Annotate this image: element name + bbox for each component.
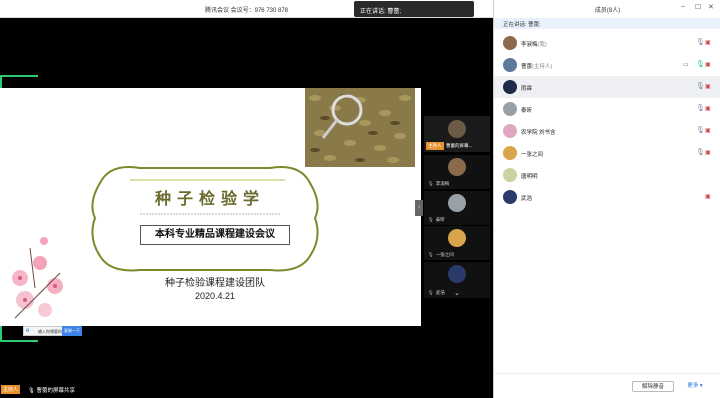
copy-button[interactable]: 复制一下 (62, 326, 82, 336)
member-row[interactable]: 曹蕾(主持人) ▭ 🎙 ▣ (494, 54, 720, 76)
camera-off-icon[interactable]: ▣ (705, 61, 711, 68)
video-tile[interactable]: 🎙 李淑梅 (424, 155, 490, 189)
video-tile[interactable]: 🎙 泰昕 (424, 191, 490, 225)
camera-off-icon[interactable]: ▣ (705, 127, 711, 134)
share-border-corner (0, 75, 38, 77)
member-row[interactable]: 李淑梅(我) 🎙 ▣ (494, 32, 720, 54)
avatar (448, 265, 466, 283)
mic-icon[interactable]: 🎙 (696, 82, 705, 90)
panel-footer: 解除静音 更多 ▾ (494, 373, 720, 398)
mic-icon[interactable]: 🎙 (696, 38, 705, 46)
seed-photo (305, 88, 415, 167)
chevron-down-icon[interactable]: ⌄ (452, 289, 462, 297)
member-row[interactable]: 武浩 ▣ (494, 186, 720, 208)
avatar (503, 146, 517, 160)
tile-name: 🎙 李淑梅 (428, 181, 450, 186)
shared-slide: 种子检验学 本科专业精品课程建设会议 种子检验课程建设团队 2020.4.21 (0, 88, 421, 326)
flower-decoration (12, 237, 63, 319)
member-name: 唐明明 (521, 174, 538, 180)
member-name: 武浩 (521, 196, 533, 202)
avatar (503, 36, 517, 50)
avatar (448, 194, 466, 212)
tile-name: 🎙 泰昕 (428, 217, 445, 222)
maximize-icon[interactable]: ☐ (695, 3, 701, 11)
mic-icon[interactable]: 🎙 (696, 148, 705, 156)
screen-share-icon: ▭ (683, 62, 689, 68)
host-share-label: 曹蕾的屏幕... (446, 143, 473, 148)
mic-icon[interactable]: 🎙 (696, 60, 705, 68)
bottom-host-tag: 主持人 (1, 385, 21, 394)
ie-icon: e (26, 328, 30, 334)
avatar (503, 124, 517, 138)
mic-icon[interactable]: 🎙 (696, 126, 705, 134)
chevron-right-icon[interactable]: › (415, 200, 423, 216)
camera-off-icon[interactable]: ▣ (705, 105, 711, 112)
video-tile[interactable]: 🎙 一张之间 (424, 226, 490, 260)
camera-off-icon[interactable]: ▣ (705, 193, 711, 200)
more-button[interactable]: 更多 ▾ (680, 381, 710, 392)
camera-off-icon[interactable]: ▣ (705, 83, 711, 90)
avatar (503, 80, 517, 94)
unmute-all-button[interactable]: 解除静音 (632, 381, 674, 392)
slide-team: 种子检验课程建设团队 (165, 278, 265, 289)
avatar (448, 120, 466, 138)
speaking-toast: 正在讲话: 曹蕾; (354, 1, 474, 17)
avatar (448, 158, 466, 176)
member-name: 曹蕾(主持人) (521, 64, 553, 70)
mic-icon: 🎙 (428, 181, 434, 186)
panel-title: 成员(8人) (594, 8, 621, 14)
camera-off-icon[interactable]: ▣ (705, 149, 711, 156)
member-row[interactable]: 雨霖 🎙 ▣ (494, 76, 720, 98)
member-name: 农学院 刘书含 (521, 130, 556, 136)
mic-icon[interactable]: 🎙 (696, 104, 705, 112)
member-row[interactable]: 唐明明 (494, 164, 720, 186)
avatar (503, 168, 517, 182)
input-placeholder: 输入你想要的 (38, 329, 62, 334)
member-row[interactable]: 一张之间 🎙 ▣ (494, 142, 720, 164)
minimize-icon[interactable]: – (681, 3, 685, 10)
member-name: 雨霖 (521, 86, 533, 92)
mic-icon: 🎙 (428, 252, 434, 257)
avatar (503, 102, 517, 116)
meeting-window: 腾讯会议 会议号：976 730 878 正在讲话: 曹蕾; 种子检验学 本科专… (0, 0, 493, 398)
bottom-share-label: 🎙 曹蕾的屏幕共享 (28, 388, 76, 394)
slide-subtitle: 本科专业精品课程建设会议 (140, 225, 290, 245)
member-name: 一张之间 (521, 152, 544, 158)
tile-name: 🎙 一张之间 (428, 252, 454, 257)
avatar (448, 229, 466, 247)
members-panel: 成员(8人) – ☐ ✕ 正在讲话: 曹蕾; 李淑梅(我) 🎙 ▣ 曹蕾(主持人… (493, 0, 720, 398)
member-name: 泰昕 (521, 108, 533, 114)
avatar (503, 58, 517, 72)
member-row[interactable]: 农学院 刘书含 🎙 ▣ (494, 120, 720, 142)
member-name: 李淑梅(我) (521, 42, 547, 48)
mic-icon: 🎙 (428, 290, 434, 295)
mic-icon: 🎙 (28, 388, 37, 394)
share-border-corner (0, 340, 38, 342)
member-row[interactable]: 泰昕 🎙 ▣ (494, 98, 720, 120)
slide-date: 2020.4.21 (194, 291, 236, 301)
camera-off-icon[interactable]: ▣ (705, 39, 711, 46)
mic-icon: 🎙 (428, 217, 434, 222)
tile-name: 🎙 武浩 (428, 290, 445, 295)
host-tag: 主持人 (426, 142, 444, 150)
panel-speaking: 正在讲话: 曹蕾; (494, 18, 720, 29)
avatar (503, 190, 517, 204)
slide-title: 种子检验学 (154, 189, 265, 208)
close-icon[interactable]: ✕ (708, 3, 714, 11)
